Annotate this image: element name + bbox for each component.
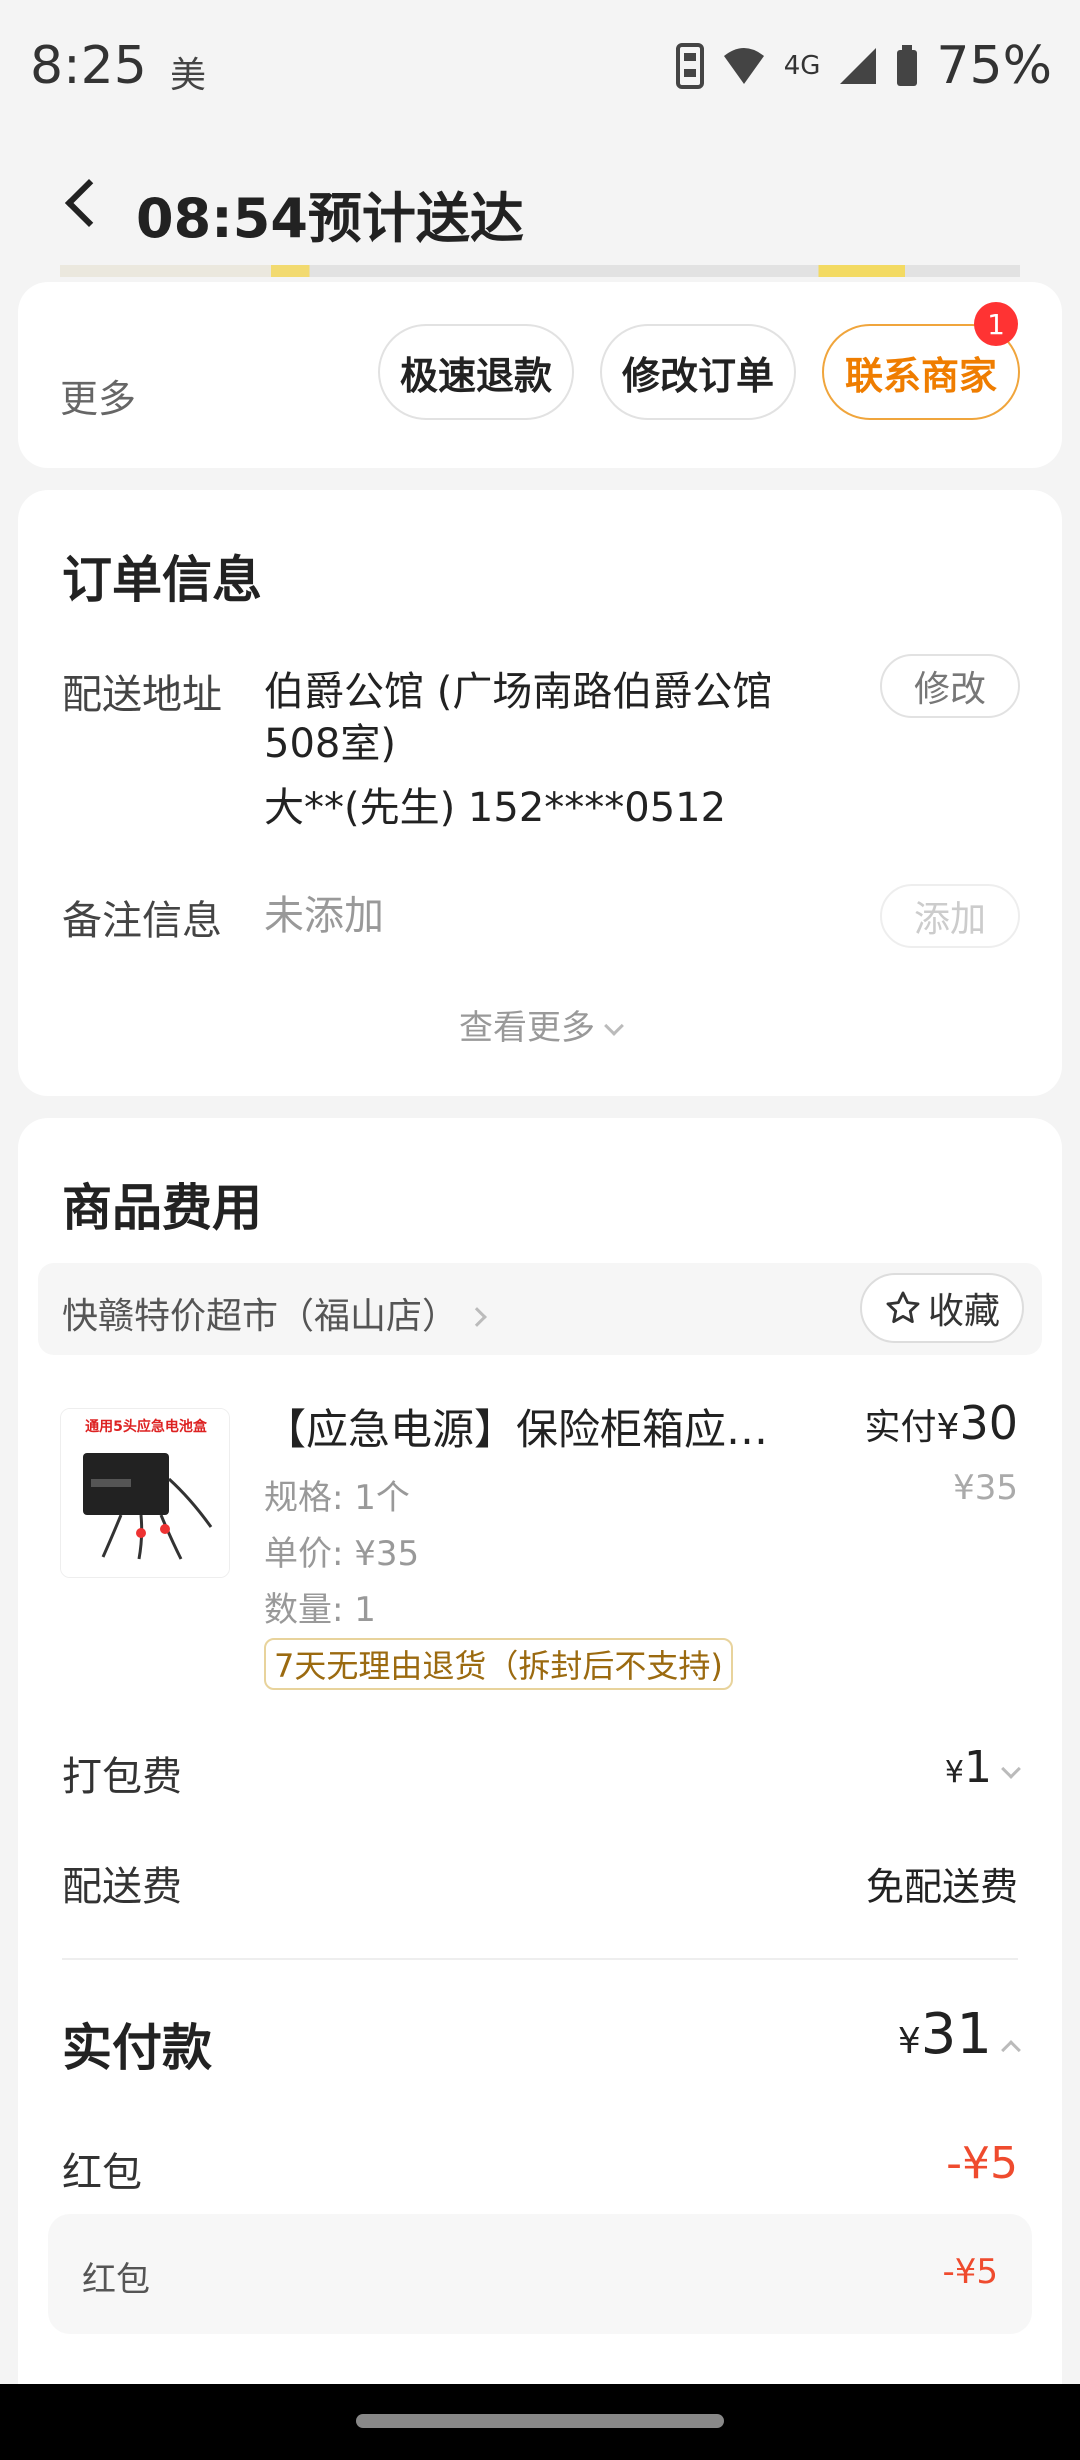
product-unit-price: 单价: ¥35 [264,1534,420,1574]
page-title: 08:54预计送达 [136,187,524,250]
goods-fee-card: 商品费用 快赣特价超市（福山店） 收藏 通用5头应急电池盒 【应急电源】保险柜箱… [18,1118,1062,2408]
store-name-text: 快赣特价超市（福山店） [62,1296,459,1337]
order-info-title: 订单信息 [62,551,262,609]
red-packet-detail: 红包 -¥5 [48,2214,1032,2334]
more-button[interactable]: 更多 [60,368,136,423]
paid-label: 实付 [864,1407,937,1448]
red-packet-label: 红包 [62,2150,142,2196]
wifi-icon [723,48,764,84]
packing-fee-value: 1 [964,1742,992,1793]
address-line1: 伯爵公馆 (广场南路伯爵公馆 [264,669,773,715]
total-amount-row[interactable]: ¥31 [897,2002,1021,2067]
svg-text:通用5头应急电池盒: 通用5头应急电池盒 [85,1418,208,1435]
status-time: 8:25 [30,36,147,96]
battery-box-image: 通用5头应急电池盒 [61,1409,229,1577]
status-bar: 8:25 美 4G 75% [0,0,1080,140]
product-spec: 规格: 1个 [264,1478,410,1518]
modify-order-button[interactable]: 修改订单 [600,324,796,420]
system-nav-bar [0,2384,1080,2460]
add-note-button[interactable]: 添加 [880,884,1020,948]
delivery-fee-value: 免配送费 [865,1865,1018,1909]
chevron-right-icon [467,1307,487,1327]
product-image[interactable]: 通用5头应急电池盒 [60,1408,230,1578]
map-preview[interactable] [60,265,1020,277]
chevron-down-icon [1001,1759,1021,1779]
view-more-link[interactable]: 查看更多 [18,1000,1062,1049]
star-icon [886,1291,920,1324]
address-contact: 大**(先生) 152****0512 [264,785,727,831]
network-type: 4G [783,51,821,81]
divider [62,1958,1018,1960]
packing-fee-currency: ¥ [944,1755,964,1790]
product-paid-price: 实付¥30 [865,1396,1018,1450]
back-arrow-icon[interactable] [60,180,104,224]
quick-refund-button[interactable]: 极速退款 [378,324,574,420]
address-label: 配送地址 [62,672,222,718]
app-notification-icon: 美 [170,55,207,96]
product-original-price: ¥35 [953,1468,1018,1508]
order-actions-card: 更多 极速退款 修改订单 联系商家 1 [18,282,1062,468]
note-label: 备注信息 [62,898,222,944]
delivery-fee-label: 配送费 [62,1864,182,1910]
chevron-down-icon [604,1016,624,1036]
paid-value: 30 [959,1396,1018,1450]
red-packet-detail-label: 红包 [82,2260,150,2300]
note-value: 未添加 [264,893,384,939]
chevron-up-icon [1001,2040,1021,2060]
battery-icon [897,45,918,86]
goods-fee-title: 商品费用 [62,1179,262,1237]
paid-currency: ¥ [936,1407,960,1448]
red-packet-detail-value: -¥5 [942,2252,998,2292]
edit-address-button[interactable]: 修改 [880,654,1020,718]
nfc-icon [675,43,704,89]
address-line2: 508室) [264,721,396,767]
page-header: 08:54预计送达 [0,140,1080,265]
store-name: 快赣特价超市（福山店） [62,1287,487,1339]
battery-level: 75% [936,36,1052,96]
order-info-card: 订单信息 配送地址 伯爵公馆 (广场南路伯爵公馆 508室) 大**(先生) 1… [18,490,1062,1096]
unread-badge: 1 [974,302,1018,346]
view-more-label: 查看更多 [459,1008,595,1048]
red-packet-value: -¥5 [946,2138,1018,2189]
packing-fee-label: 打包费 [62,1754,182,1800]
packing-fee-row[interactable]: ¥1 [944,1742,1021,1793]
product-title[interactable]: 【应急电源】保险柜箱应急电源 [264,1396,804,1457]
return-policy-tag: 7天无理由退货（拆封后不支持) [264,1638,733,1690]
signal-icon [840,48,877,84]
product-quantity: 数量: 1 [264,1590,376,1630]
favorite-button[interactable]: 收藏 [860,1273,1024,1343]
store-row[interactable]: 快赣特价超市（福山店） 收藏 [38,1263,1042,1355]
favorite-label: 收藏 [927,1291,1000,1332]
total-currency: ¥ [897,2021,921,2062]
home-indicator[interactable] [356,2414,724,2428]
total-value: 31 [920,2002,992,2067]
total-label: 实付款 [62,2019,212,2077]
